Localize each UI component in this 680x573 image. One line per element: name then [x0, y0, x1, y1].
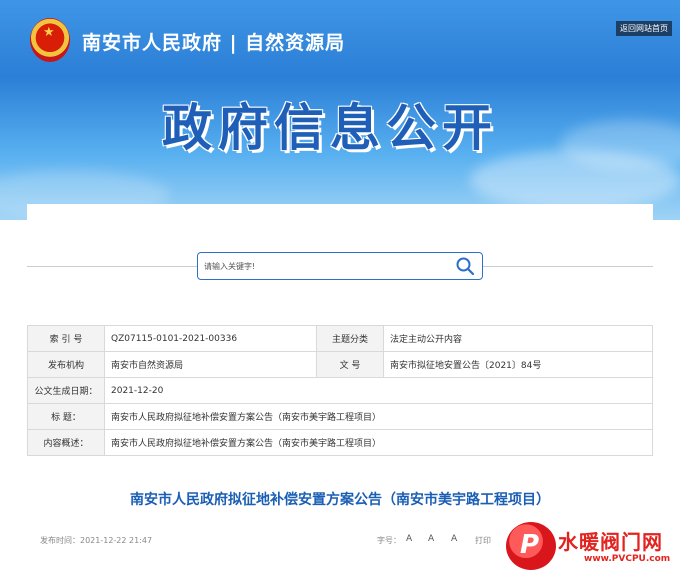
- watermark: P 水暖阀门网 www.PVCPU.com: [506, 518, 680, 573]
- watermark-name: 水暖阀门网: [558, 530, 663, 554]
- font-small-button[interactable]: A: [451, 534, 457, 544]
- site-title: 南安市人民政府 | 自然资源局: [82, 32, 346, 54]
- search-box: [197, 252, 483, 280]
- article-title: 南安市人民政府拟征地补偿安置方案公告（南安市美宇路工程项目）: [130, 492, 550, 508]
- table-row: 内容概述： 南安市人民政府拟征地补偿安置方案公告（南安市美宇路工程项目）: [27, 429, 653, 456]
- docno-value: 南安市拟征地安置公告〔2021〕84号: [383, 351, 653, 378]
- back-home-button[interactable]: 返回网站首页: [616, 21, 672, 36]
- search-bar: [27, 252, 653, 280]
- table-row: 索 引 号 QZ07115-0101-2021-00336 主题分类 法定主动公…: [27, 325, 653, 352]
- date-value: 2021-12-20: [104, 377, 653, 404]
- divider: [483, 266, 653, 267]
- issuer-value: 南安市自然资源局: [104, 351, 317, 378]
- star-icon: ★: [43, 25, 55, 40]
- header-banner: ★ 南安市人民政府 | 自然资源局 返回网站首页 政府信息公开: [0, 0, 680, 220]
- table-row: 发布机构 南安市自然资源局 文 号 南安市拟征地安置公告〔2021〕84号: [27, 351, 653, 378]
- national-emblem-icon: ★: [30, 18, 70, 62]
- divider: [27, 266, 197, 267]
- watermark-logo-letter: P: [520, 530, 540, 560]
- search-icon[interactable]: [455, 256, 475, 276]
- topic-value: 法定主动公开内容: [383, 325, 653, 352]
- document-info-table: 索 引 号 QZ07115-0101-2021-00336 主题分类 法定主动公…: [27, 325, 653, 456]
- font-large-button[interactable]: A: [406, 534, 412, 544]
- date-label: 公文生成日期：: [27, 377, 105, 404]
- table-row: 公文生成日期： 2021-12-20: [27, 377, 653, 404]
- font-medium-button[interactable]: A: [428, 534, 434, 544]
- watermark-url: www.PVCPU.com: [584, 554, 671, 564]
- publish-time: 发布时间：2021-12-22 21:47: [40, 536, 153, 545]
- summary-label: 内容概述：: [27, 429, 105, 456]
- docno-label: 文 号: [316, 351, 384, 378]
- index-value: QZ07115-0101-2021-00336: [104, 325, 317, 352]
- table-row: 标 题： 南安市人民政府拟征地补偿安置方案公告（南安市美宇路工程项目）: [27, 403, 653, 430]
- title-label: 标 题：: [27, 403, 105, 430]
- index-label: 索 引 号: [27, 325, 105, 352]
- search-input[interactable]: [204, 257, 444, 275]
- summary-value: 南安市人民政府拟征地补偿安置方案公告（南安市美宇路工程项目）: [104, 429, 653, 456]
- print-button[interactable]: 打印: [475, 535, 491, 546]
- title-value: 南安市人民政府拟征地补偿安置方案公告（南安市美宇路工程项目）: [104, 403, 653, 430]
- page-headline: 政府信息公开: [162, 99, 498, 157]
- font-size-label: 字号：: [377, 536, 401, 545]
- watermark-logo-icon: P: [506, 522, 556, 570]
- topic-label: 主题分类: [316, 325, 384, 352]
- issuer-label: 发布机构: [27, 351, 105, 378]
